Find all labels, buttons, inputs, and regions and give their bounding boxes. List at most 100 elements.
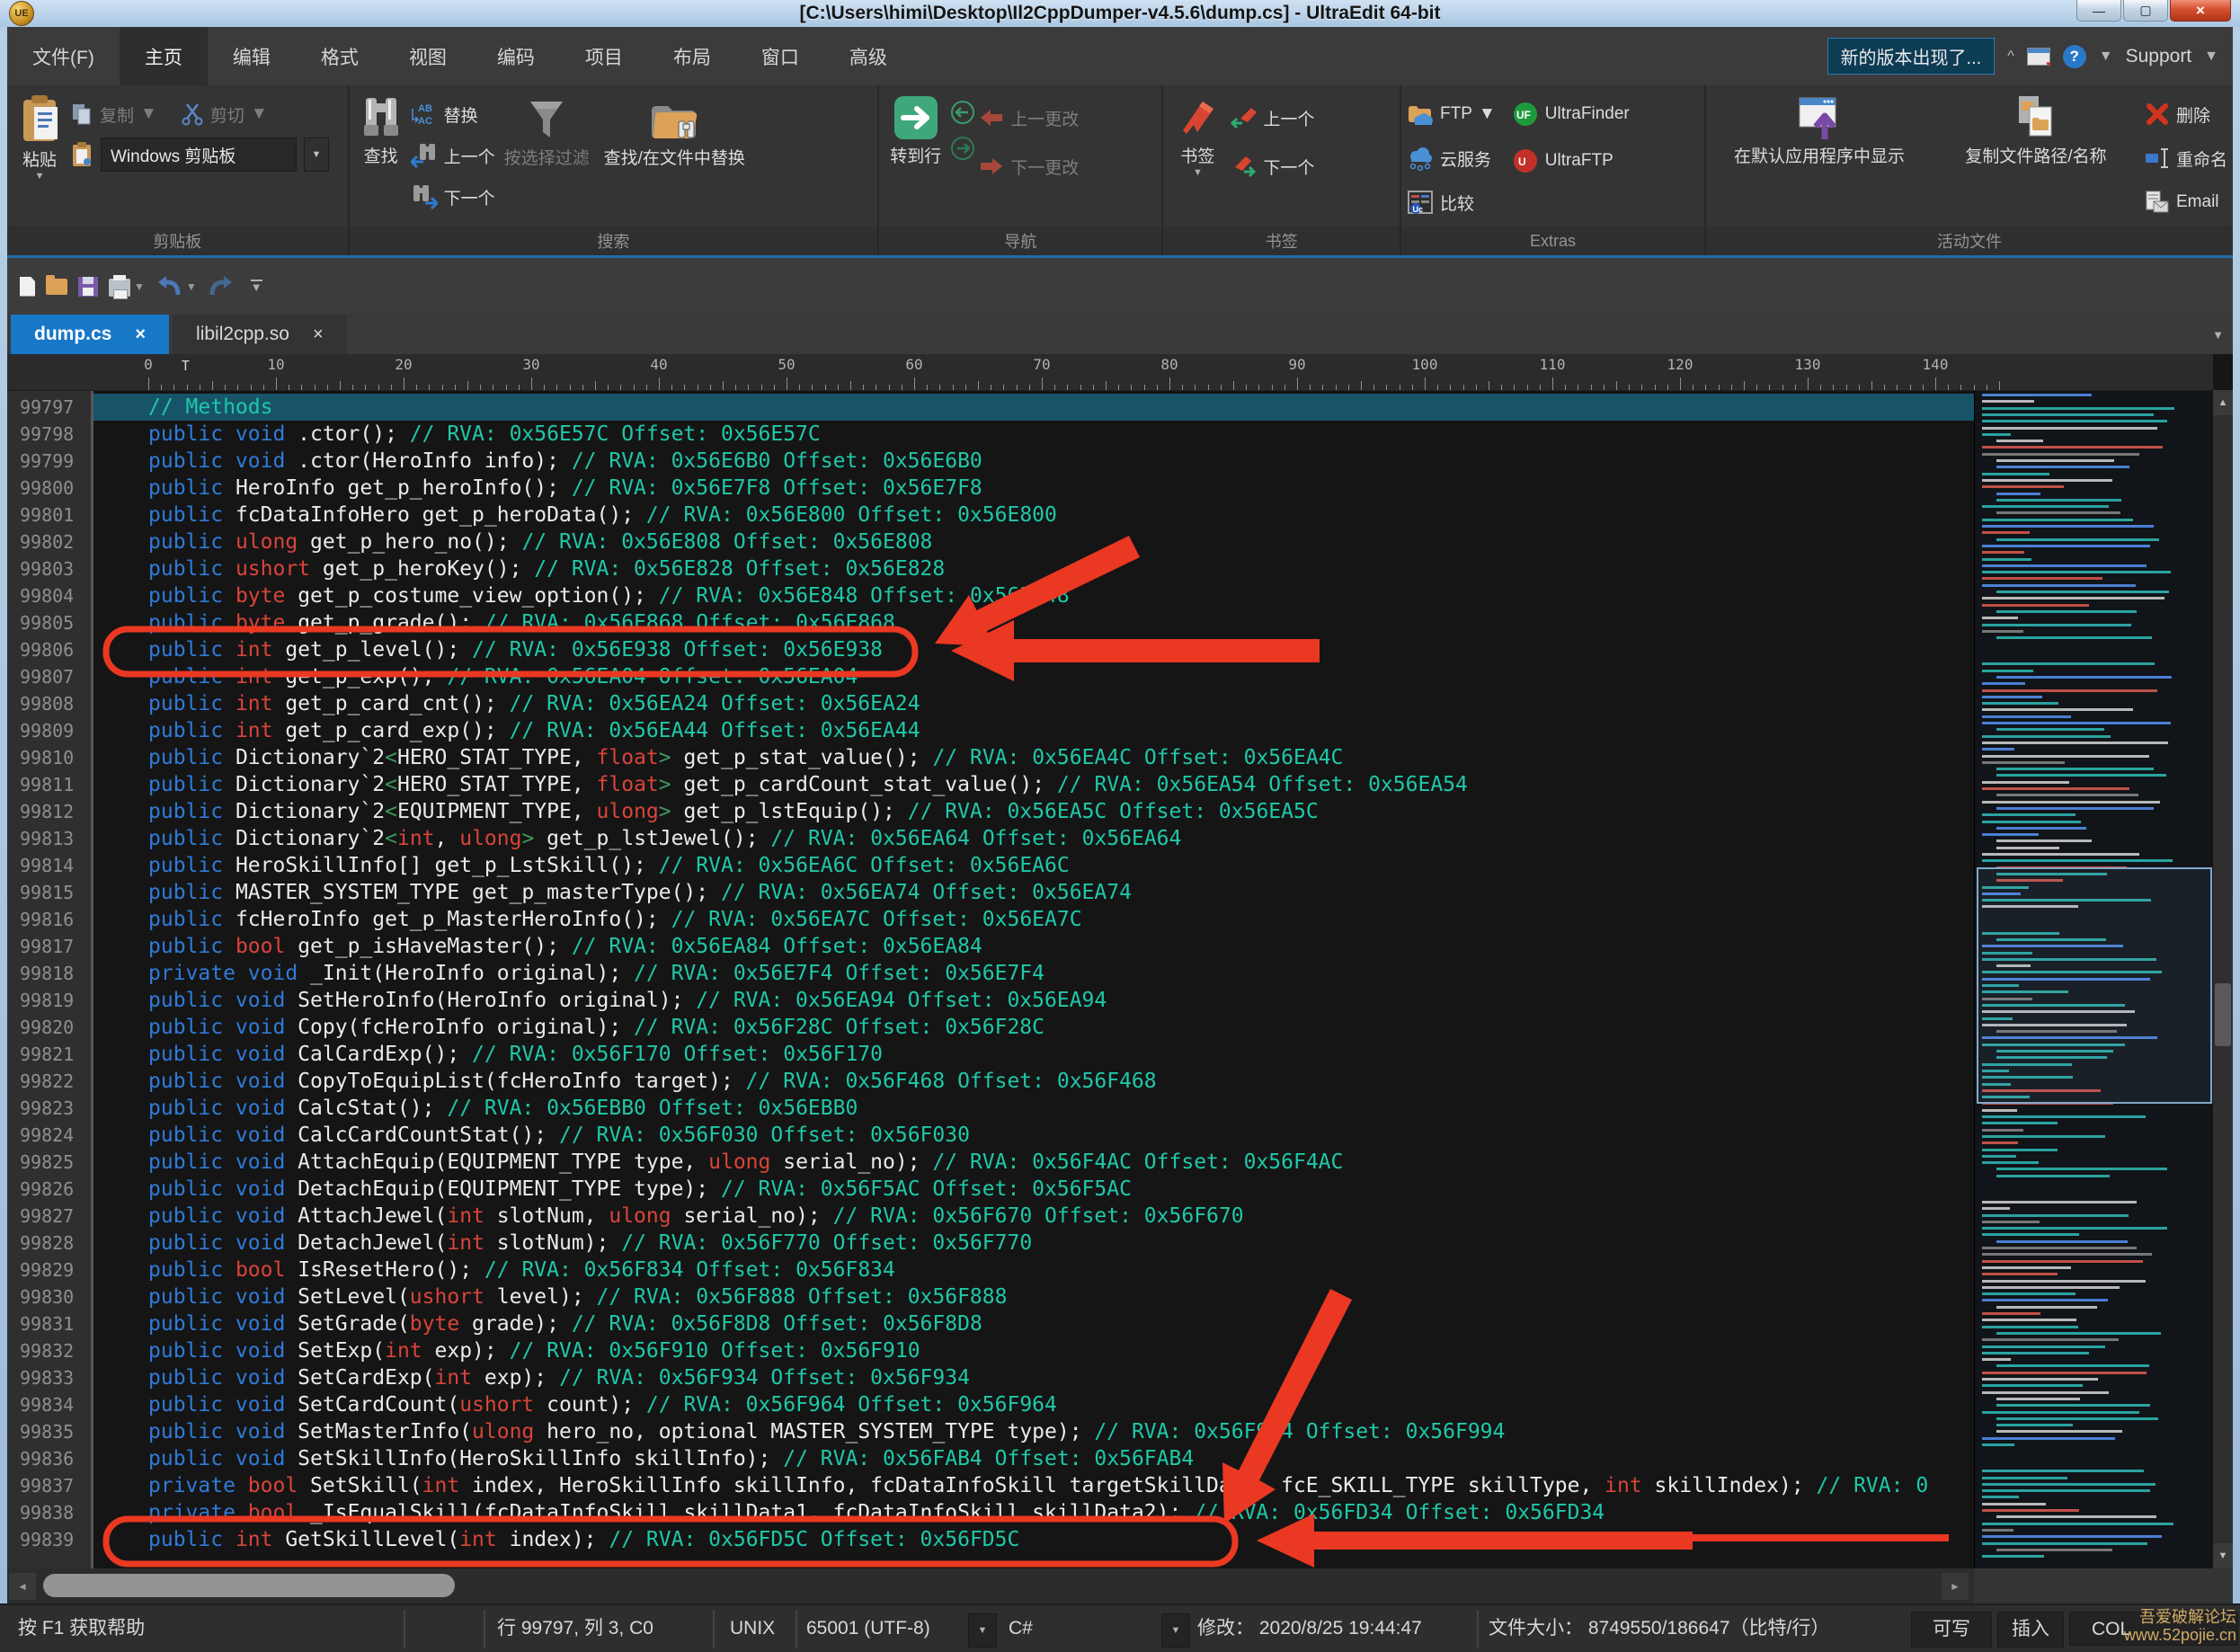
help-icon[interactable]: ?: [2063, 45, 2086, 68]
scroll-right-icon[interactable]: ►: [1942, 1573, 1969, 1600]
new-file-icon[interactable]: [20, 277, 35, 297]
show-in-default-app-label: 在默认应用程序中显示: [1734, 143, 1905, 167]
prev-position-icon[interactable]: [950, 100, 975, 125]
line-number: 99829: [20, 1257, 74, 1283]
undo-button[interactable]: ▼: [156, 275, 197, 298]
print-button[interactable]: ▼: [109, 276, 145, 297]
tab-libil2cpp.so[interactable]: libil2cpp.so×: [173, 315, 347, 354]
scroll-down-icon[interactable]: ▼: [2213, 1543, 2233, 1568]
goto-line-button[interactable]: 转到行: [884, 93, 947, 169]
next-position-icon[interactable]: [950, 136, 975, 161]
paste-button[interactable]: 粘贴 ▼: [13, 93, 67, 182]
tab-close-icon[interactable]: ×: [313, 324, 324, 345]
new-version-button[interactable]: 新的版本出现了...: [1827, 38, 1996, 75]
menu-item-8[interactable]: 窗口: [736, 27, 824, 85]
line-number: 99827: [20, 1203, 74, 1230]
layout-icon[interactable]: [2027, 48, 2050, 66]
horizontal-scroll-thumb[interactable]: [43, 1574, 455, 1597]
code-line-99836: public void SetSkillInfo(HeroSkillInfo s…: [93, 1445, 1974, 1472]
tab-close-icon[interactable]: ×: [135, 324, 146, 345]
prev-change-button[interactable]: 上一更改: [979, 100, 1079, 136]
qat-customize-icon[interactable]: ▼: [251, 280, 262, 294]
watermark: 吾爱破解论坛 www.52pojie.cn: [2124, 1608, 2236, 1644]
menu-item-2[interactable]: 编辑: [208, 27, 296, 85]
maximize-button[interactable]: ▢: [2123, 0, 2168, 22]
paste-dropdown-icon: ▼: [35, 173, 45, 180]
menu-item-7[interactable]: 布局: [648, 27, 736, 85]
find-in-files-button[interactable]: 查找/在文件中替换: [599, 93, 751, 171]
line-number: 99809: [20, 717, 74, 744]
code-line-99824: public void CalcCardCountStat(); // RVA:…: [93, 1122, 1974, 1149]
copy-button[interactable]: 复制▼: [70, 96, 157, 132]
redo-icon[interactable]: [208, 275, 235, 298]
vertical-scrollbar[interactable]: ▲ ▼: [2213, 390, 2233, 1568]
next-change-button[interactable]: 下一更改: [979, 148, 1079, 184]
menu-item-0[interactable]: 文件(F): [7, 27, 120, 85]
scroll-left-icon[interactable]: ◄: [9, 1573, 36, 1600]
code-line-99839: public int GetSkillLevel(int index); // …: [93, 1526, 1974, 1553]
status-encoding[interactable]: 65001 (UTF-8): [806, 1605, 930, 1652]
show-in-default-app-button[interactable]: 在默认应用程序中显示: [1711, 93, 1927, 169]
code-line-99820: public void Copy(fcHeroInfo original); /…: [93, 1014, 1974, 1041]
next-bookmark-button[interactable]: 下一个: [1230, 148, 1314, 184]
status-line-ending[interactable]: UNIX: [730, 1605, 775, 1652]
scroll-up-icon[interactable]: ▲: [2213, 390, 2233, 415]
code-line-99817: public bool get_p_isHaveMaster(); // RVA…: [93, 933, 1974, 960]
rename-file-button[interactable]: 重命名: [2145, 140, 2227, 176]
minimap-viewport[interactable]: [1977, 867, 2212, 1104]
menu-item-6[interactable]: 项目: [560, 27, 648, 85]
code-line-99816: public fcHeroInfo get_p_MasterHeroInfo()…: [93, 906, 1974, 933]
code-line-99822: public void CopyToEquipList(fcHeroInfo t…: [93, 1068, 1974, 1095]
bookmark-button[interactable]: 书签 ▼: [1169, 93, 1226, 178]
menu-item-4[interactable]: 视图: [384, 27, 472, 85]
language-dropdown-icon[interactable]: ▼: [1161, 1613, 1190, 1648]
code-pane[interactable]: // Methodspublic void .ctor(); // RVA: 0…: [93, 390, 1974, 1568]
compare-button[interactable]: Uc 比较: [1407, 184, 1496, 220]
collapse-ribbon-icon[interactable]: ^: [2007, 49, 2014, 65]
menu-item-1[interactable]: 主页: [120, 27, 208, 85]
tab-list-dropdown-icon[interactable]: ▼: [2212, 315, 2233, 354]
clipboard-selector[interactable]: Windows 剪贴板: [101, 138, 297, 172]
minimap[interactable]: [1974, 390, 2214, 1568]
clipboard-selector-dropdown-icon[interactable]: ▼: [304, 138, 329, 172]
prev-bookmark-button[interactable]: 上一个: [1230, 100, 1314, 136]
editor-area[interactable]: 9979799798997999980099801998029980399804…: [7, 390, 2233, 1568]
support-menu[interactable]: Support: [2126, 46, 2192, 67]
code-line-99808: public int get_p_card_cnt(); // RVA: 0x5…: [93, 690, 1974, 717]
encoding-dropdown-icon[interactable]: ▼: [968, 1613, 997, 1648]
cloud-services-button[interactable]: 云服务: [1407, 140, 1496, 176]
delete-file-button[interactable]: 删除: [2145, 96, 2227, 132]
funnel-icon: [523, 98, 570, 143]
title-bar[interactable]: UE [C:\Users\himi\Desktop\Il2CppDumper-v…: [0, 0, 2240, 27]
help-dropdown-icon[interactable]: ▼: [2099, 49, 2113, 65]
cut-button[interactable]: 剪切▼: [181, 96, 268, 132]
email-file-button[interactable]: Email: [2145, 184, 2227, 220]
ultrafinder-icon: UF: [1512, 101, 1539, 128]
support-dropdown-icon[interactable]: ▼: [2204, 49, 2218, 65]
filter-by-selection-button[interactable]: 按选择过滤: [499, 93, 595, 171]
find-next-button[interactable]: 下一个: [411, 179, 495, 215]
tab-dump.cs[interactable]: dump.cs×: [11, 315, 169, 354]
open-file-icon[interactable]: [46, 279, 67, 295]
ultraftp-button[interactable]: U UltraFTP: [1512, 143, 1630, 179]
find-button[interactable]: 查找: [355, 93, 407, 169]
replace-button[interactable]: ABAC 替换: [411, 96, 495, 132]
copy-path-button[interactable]: 复制文件路径/名称: [1942, 93, 2130, 169]
menu-item-3[interactable]: 格式: [296, 27, 384, 85]
horizontal-scrollbar[interactable]: ◄ ►: [7, 1568, 2233, 1603]
status-language[interactable]: C#: [1009, 1605, 1033, 1652]
minimize-button[interactable]: —: [2076, 0, 2121, 22]
menu-item-5[interactable]: 编码: [472, 27, 560, 85]
ftp-button[interactable]: FTP▼: [1407, 96, 1496, 132]
vertical-scroll-thumb[interactable]: [2215, 983, 2231, 1046]
status-line-info[interactable]: 行 99797, 列 3, C0: [497, 1605, 653, 1652]
save-file-icon[interactable]: [78, 277, 98, 297]
line-number: 99804: [20, 582, 74, 609]
status-insert-mode[interactable]: 插入: [1997, 1612, 2064, 1648]
menu-item-9[interactable]: 高级: [824, 27, 912, 85]
svg-text:U: U: [1518, 155, 1526, 168]
ultrafinder-button[interactable]: UF UltraFinder: [1512, 96, 1630, 132]
status-writable[interactable]: 可写: [1911, 1612, 1992, 1648]
close-button[interactable]: ×: [2170, 0, 2231, 22]
find-prev-button[interactable]: 上一个: [411, 138, 495, 173]
